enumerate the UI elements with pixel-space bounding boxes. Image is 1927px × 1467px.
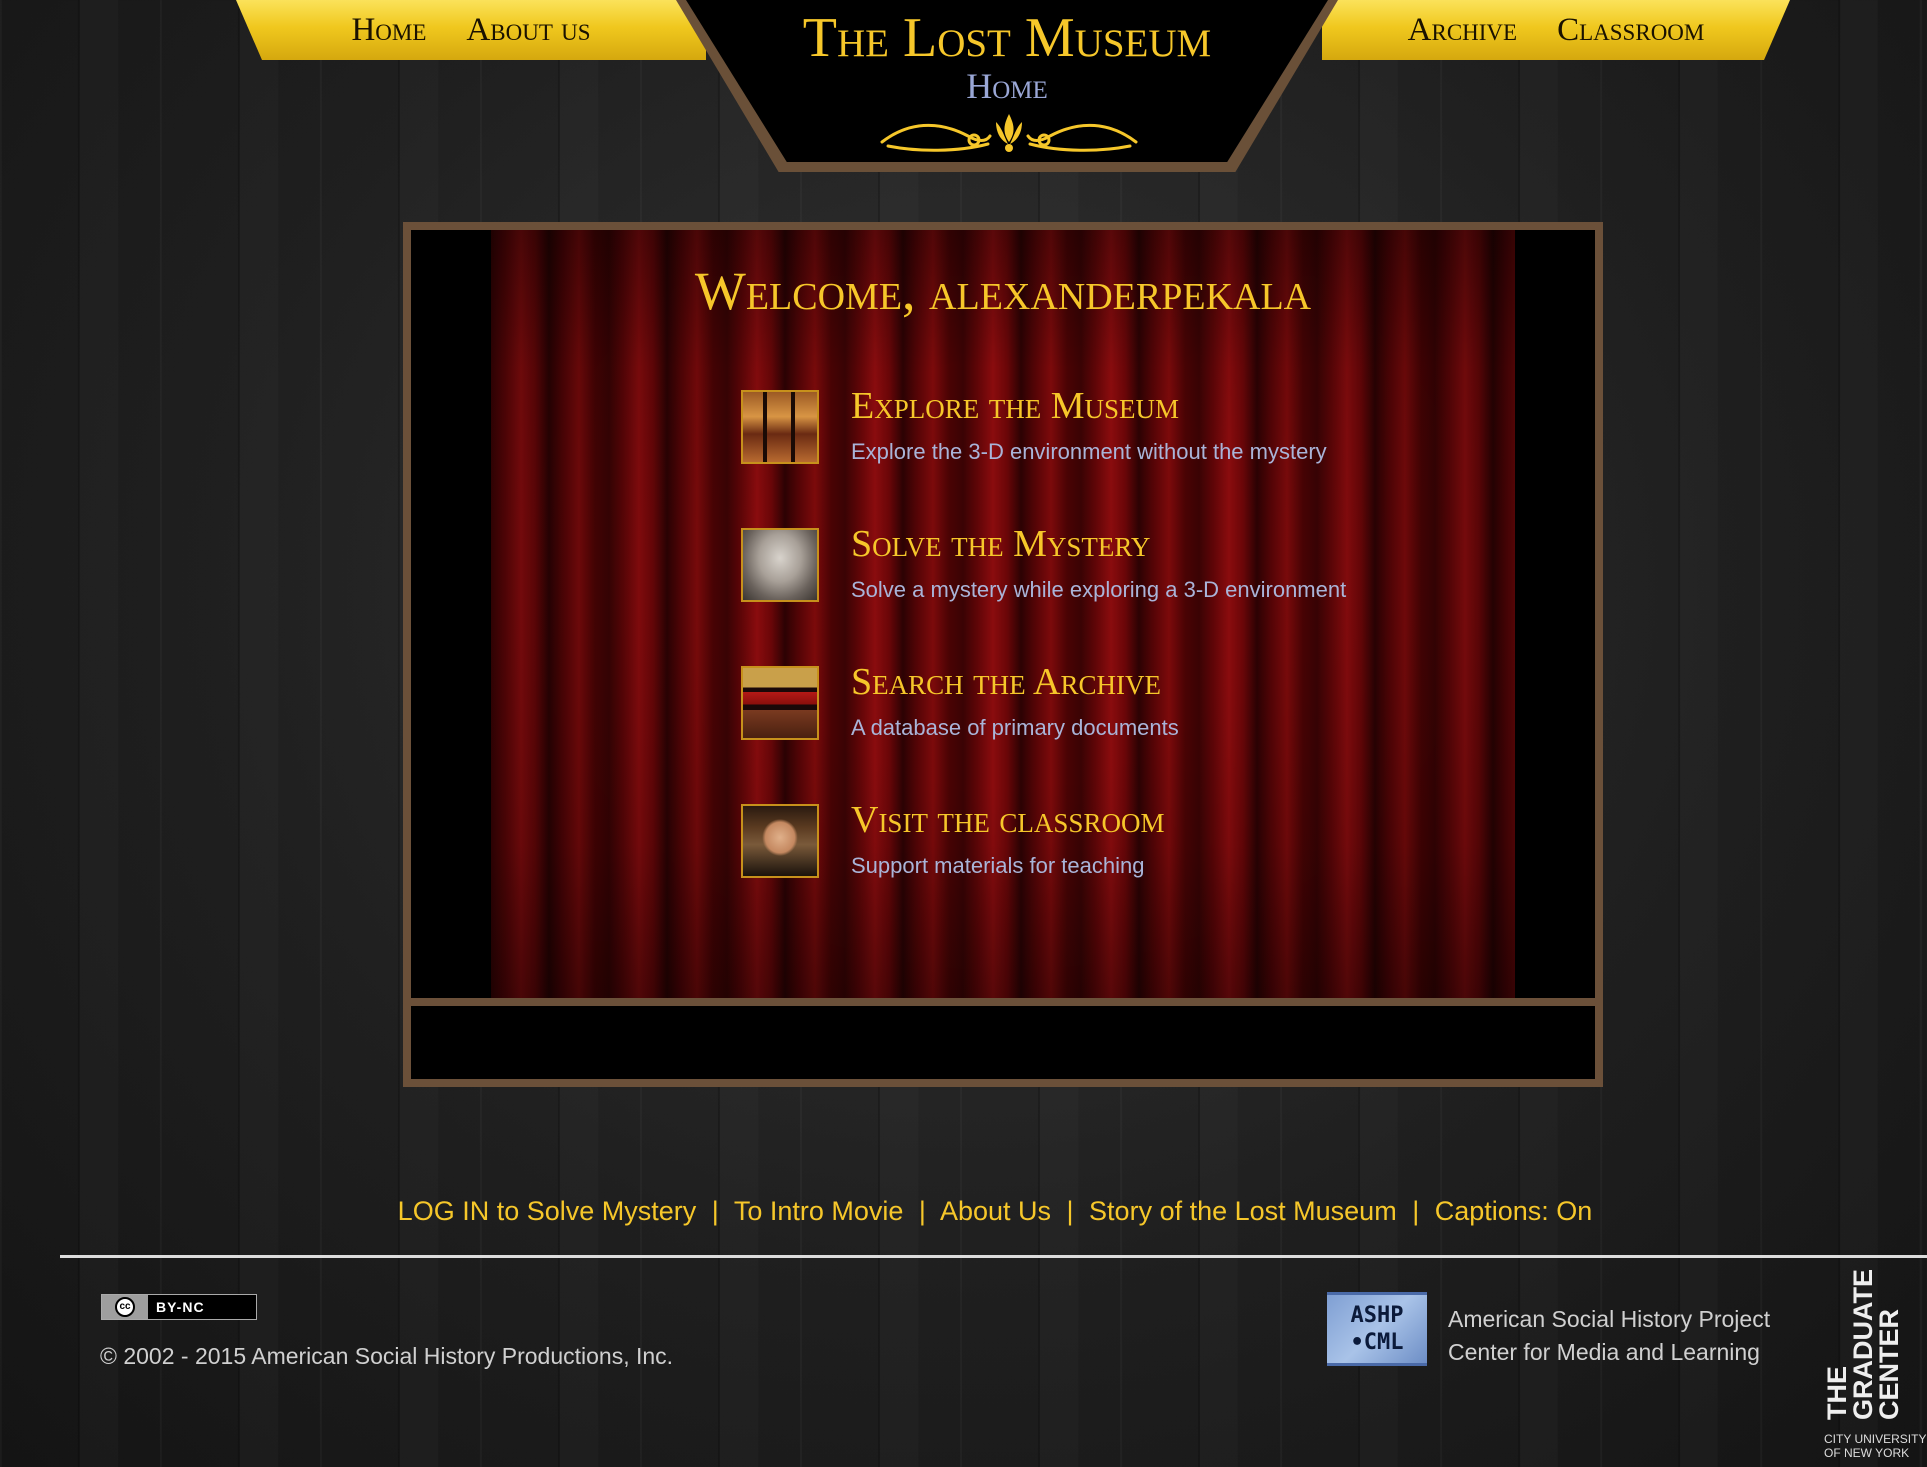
footer-separator: | xyxy=(711,1196,719,1226)
footer-separator: | xyxy=(918,1196,926,1226)
footer-divider xyxy=(60,1255,1927,1258)
caption-bar xyxy=(411,1006,1595,1079)
footer-links: LOG IN to Solve Mystery | To Intro Movie… xyxy=(0,1196,1927,1227)
footer-link-intro-movie[interactable]: To Intro Movie xyxy=(734,1196,904,1226)
ashp-logo-line: •CML xyxy=(1350,1330,1404,1355)
menu-item-title[interactable]: Visit the classroom xyxy=(851,798,1164,842)
footer-separator: | xyxy=(1412,1196,1420,1226)
nav-bar-left: Home About us xyxy=(236,0,706,60)
menu-item-description: Support materials for teaching xyxy=(851,853,1145,878)
cc-license-label: BY-NC xyxy=(148,1295,256,1319)
curtain-background xyxy=(491,230,1515,998)
menu-item-description: A database of primary documents xyxy=(851,715,1179,740)
footer-link-login[interactable]: LOG IN to Solve Mystery xyxy=(398,1196,697,1226)
curtain-stage: Welcome, alexanderpekala Explore the Mus… xyxy=(411,230,1595,998)
footer-link-captions[interactable]: Captions: On xyxy=(1435,1196,1593,1226)
ashp-cml-logo[interactable]: ASHP •CML xyxy=(1327,1292,1427,1366)
cc-icon: cc xyxy=(115,1297,135,1317)
ashp-logo-line: ASHP xyxy=(1350,1303,1404,1328)
cuny-text: CITY UNIVERSITY OF NEW YORK xyxy=(1824,1432,1926,1460)
cuny-line: CITY UNIVERSITY xyxy=(1824,1432,1927,1446)
nav-link-home[interactable]: Home xyxy=(351,12,426,49)
menu-item-title[interactable]: Explore the Museum xyxy=(851,384,1179,428)
main-panel: Welcome, alexanderpekala Explore the Mus… xyxy=(403,222,1603,1087)
ashp-name: American Social History Project xyxy=(1448,1306,1771,1332)
nav-link-classroom[interactable]: Classroom xyxy=(1557,12,1704,49)
welcome-heading: Welcome, alexanderpekala xyxy=(694,261,1312,321)
ornament-flourish-icon xyxy=(880,114,1138,152)
teacher-portrait-image[interactable] xyxy=(741,804,819,878)
cuny-line: OF NEW YORK xyxy=(1824,1446,1910,1460)
copyright-text: © 2002 - 2015 American Social History Pr… xyxy=(100,1343,674,1369)
museum-room-image[interactable] xyxy=(741,390,819,464)
menu-item-title[interactable]: Search the Archive xyxy=(851,660,1161,704)
site-title[interactable]: The Lost Museum xyxy=(676,6,1338,70)
menu-item-description: Solve a mystery while exploring a 3-D en… xyxy=(851,577,1347,602)
nav-bar-right: Archive Classroom xyxy=(1322,0,1790,60)
graduate-center-logo[interactable]: THE GRADUATE CENTER CITY UNIVERSITY OF N… xyxy=(1820,1269,1927,1467)
page-subtitle: Home xyxy=(966,66,1048,106)
footer-link-story[interactable]: Story of the Lost Museum xyxy=(1089,1196,1397,1226)
footer-link-about-us[interactable]: About Us xyxy=(940,1196,1051,1226)
nav-link-about-us[interactable]: About us xyxy=(466,12,590,49)
barnum-face-image[interactable] xyxy=(741,528,819,602)
cml-name: Center for Media and Learning xyxy=(1448,1339,1760,1365)
menu-item-title[interactable]: Solve the Mystery xyxy=(851,522,1150,566)
gc-line: CENTER xyxy=(1874,1308,1904,1420)
menu-item-description: Explore the 3-D environment without the … xyxy=(851,439,1327,464)
cc-license-badge[interactable]: cc BY-NC xyxy=(101,1294,257,1320)
graduate-center-wordmark: THE GRADUATE CENTER xyxy=(1820,1269,1927,1422)
archive-desk-image[interactable] xyxy=(741,666,819,740)
ashp-text[interactable]: American Social History Project Center f… xyxy=(1448,1303,1770,1369)
footer-separator: | xyxy=(1066,1196,1074,1226)
nav-link-archive[interactable]: Archive xyxy=(1408,12,1517,49)
cc-icon-area: cc xyxy=(102,1295,148,1319)
